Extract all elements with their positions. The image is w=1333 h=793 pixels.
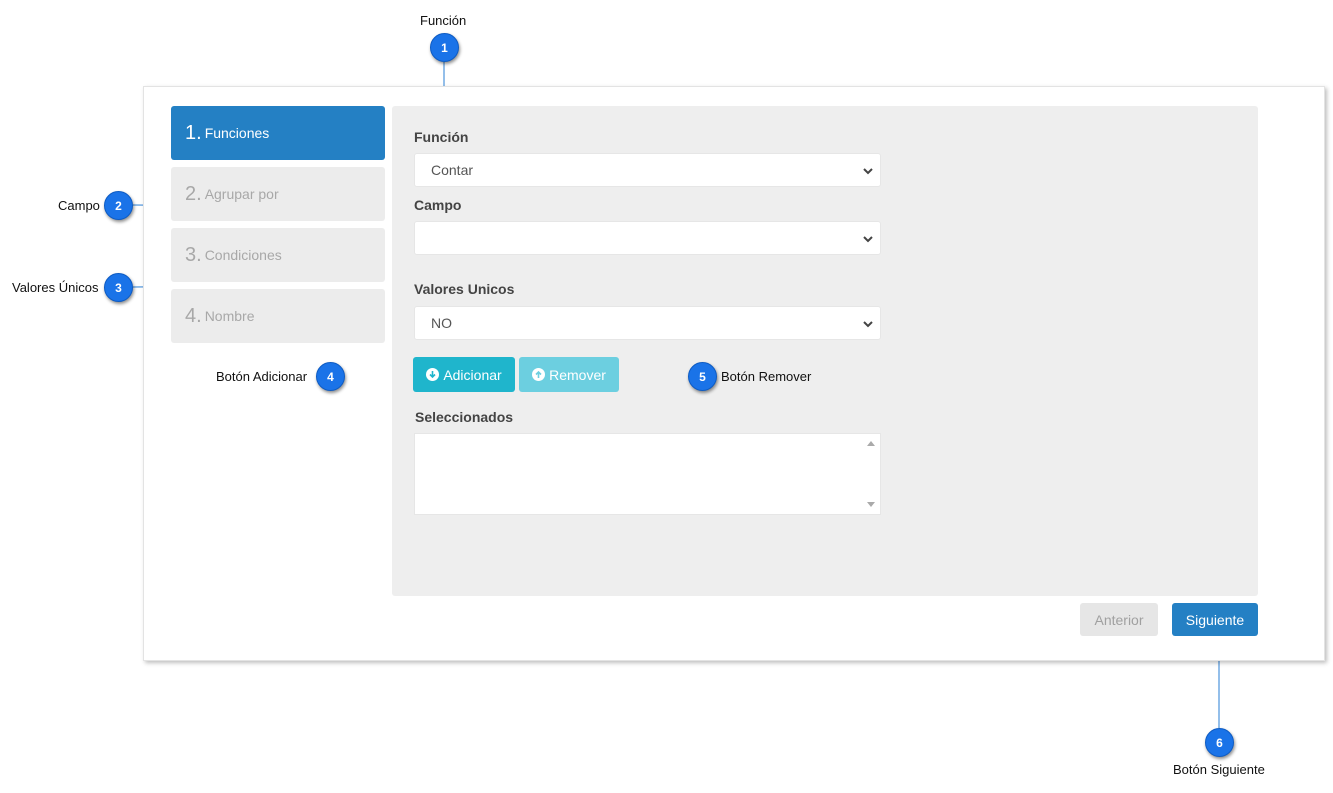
campo-select[interactable]: [414, 221, 881, 255]
step-funciones[interactable]: 1. Funciones: [171, 106, 385, 160]
scroll-up-icon[interactable]: [867, 441, 875, 446]
step-label: Condiciones: [204, 247, 282, 263]
callout-badge-5: 5: [688, 362, 717, 391]
adicionar-label: Adicionar: [443, 366, 502, 383]
siguiente-button[interactable]: Siguiente: [1172, 603, 1258, 636]
callout-badge-4: 4: [316, 362, 345, 391]
callout-text-funcion: Función: [420, 13, 467, 28]
callout-text-campo: Campo: [58, 198, 100, 213]
arrow-circle-up-icon: [532, 368, 546, 381]
valores-unicos-label: Valores Unicos: [414, 281, 515, 297]
step-condiciones[interactable]: 3. Condiciones: [171, 228, 385, 282]
valores-unicos-select[interactable]: NO: [414, 306, 881, 340]
callout-badge-2: 2: [104, 191, 133, 220]
funcion-value: Contar: [431, 162, 474, 178]
step-number: 2.: [185, 182, 202, 205]
valores-unicos-value: NO: [431, 315, 452, 331]
campo-label: Campo: [414, 197, 462, 213]
chevron-down-icon: [863, 236, 873, 243]
remover-label: Remover: [549, 366, 606, 383]
chevron-down-icon: [863, 321, 873, 328]
step-nombre[interactable]: 4. Nombre: [171, 289, 385, 343]
remover-button[interactable]: Remover: [519, 357, 619, 392]
callout-text-remover: Botón Remover: [721, 369, 812, 384]
step-label: Nombre: [204, 308, 255, 324]
anterior-button[interactable]: Anterior: [1080, 603, 1158, 636]
chevron-down-icon: [863, 168, 873, 175]
callout-badge-3: 3: [104, 273, 133, 302]
step-number: 1.: [185, 121, 202, 144]
seleccionados-label: Seleccionados: [415, 409, 514, 425]
step-label: Agrupar por: [204, 186, 279, 202]
scroll-down-icon[interactable]: [867, 502, 875, 507]
callout-text-adicionar: Botón Adicionar: [216, 369, 308, 384]
funcion-label: Función: [414, 129, 469, 145]
arrow-circle-down-icon: [426, 368, 440, 381]
callout-text-siguiente: Botón Siguiente: [1173, 762, 1265, 777]
callout-badge-1: 1: [430, 33, 459, 62]
step-number: 3.: [185, 243, 202, 266]
adicionar-button[interactable]: Adicionar: [413, 357, 515, 392]
step-label: Funciones: [204, 125, 270, 141]
callout-badge-6: 6: [1205, 728, 1234, 757]
step-agrupar-por[interactable]: 2. Agrupar por: [171, 167, 385, 221]
step-number: 4.: [185, 304, 202, 327]
seleccionados-list[interactable]: [414, 433, 881, 515]
screenshot-stage: 1. Funciones 2. Agrupar por 3. Condicion…: [0, 0, 1333, 793]
funcion-select[interactable]: Contar: [414, 153, 881, 187]
callout-text-valores-unicos: Valores Únicos: [12, 280, 99, 295]
